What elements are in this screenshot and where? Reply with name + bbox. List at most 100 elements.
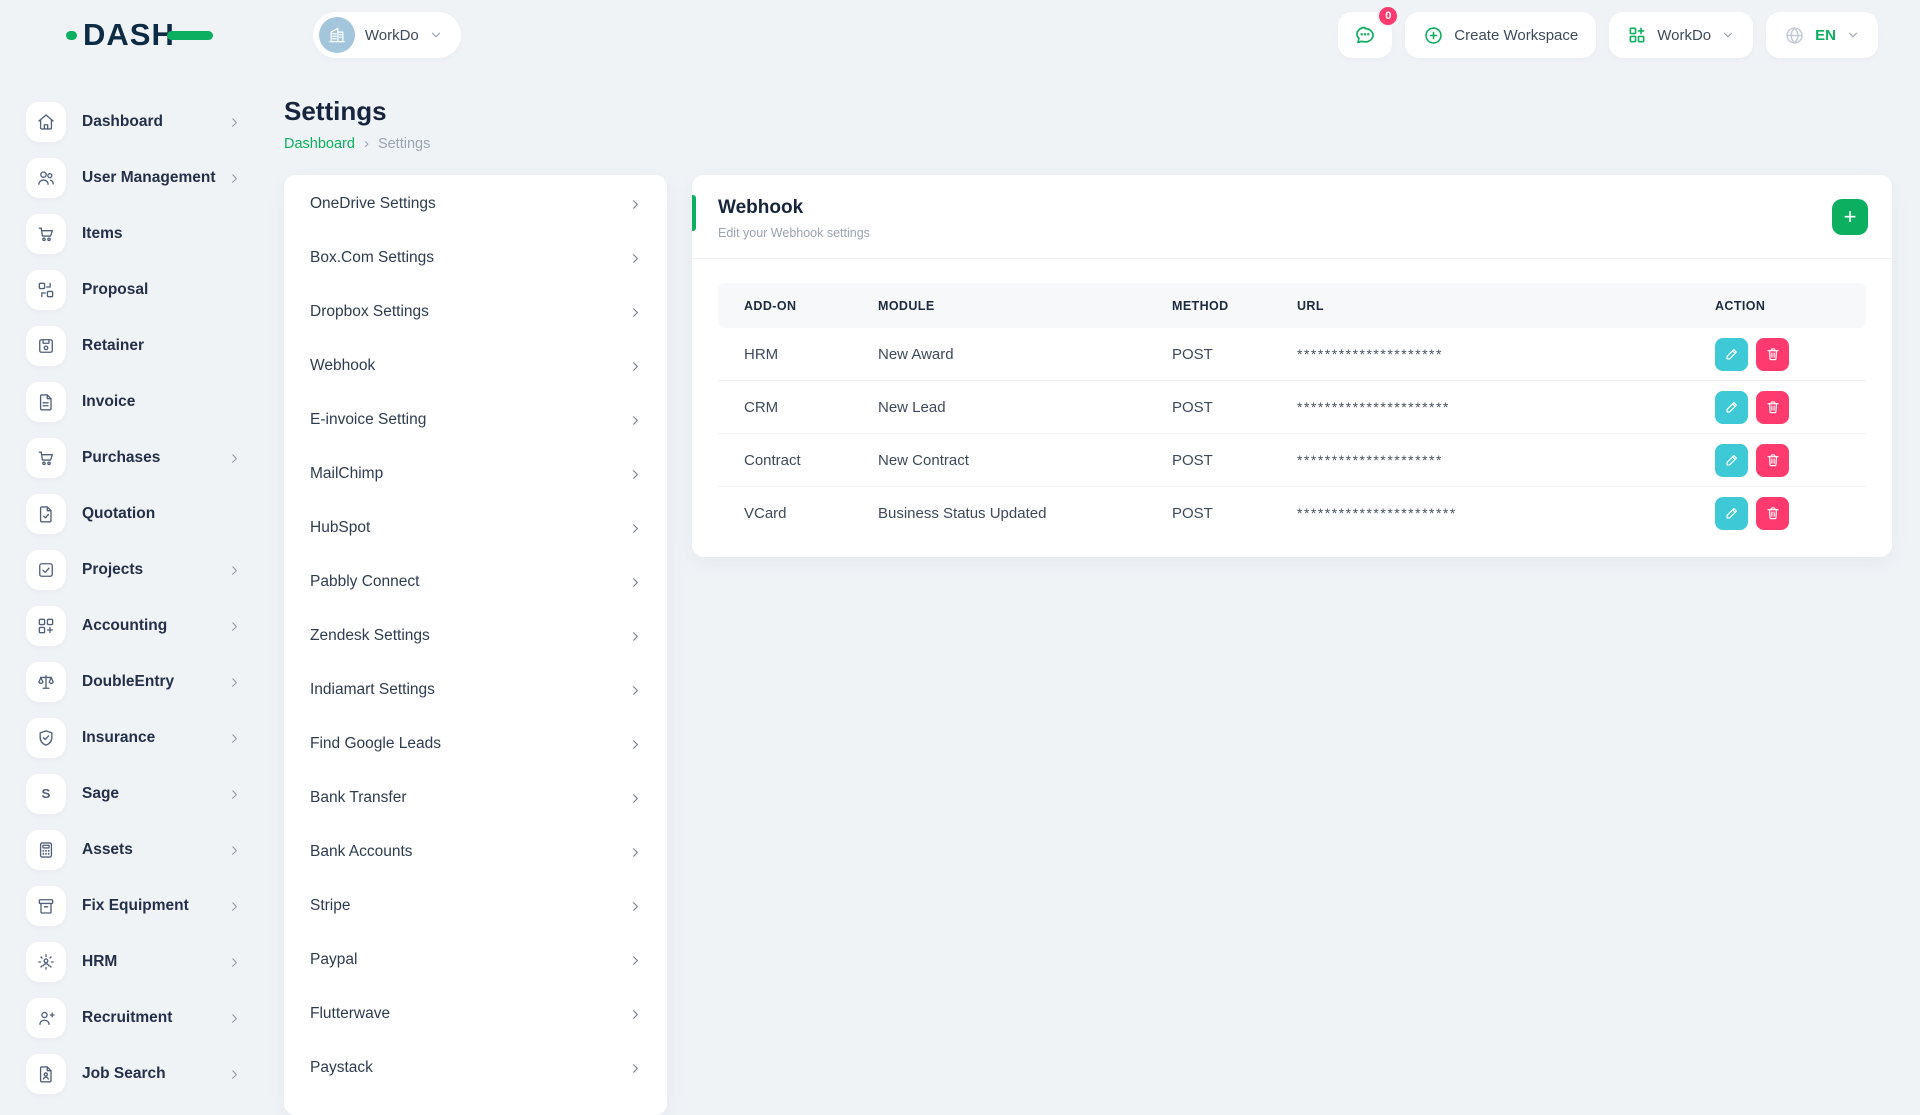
delete-webhook-button[interactable] <box>1756 497 1789 530</box>
chevron-right-icon <box>628 359 643 374</box>
chevron-right-icon <box>227 619 242 634</box>
webhook-table-wrap: ADD-ONMODULEMETHODURLACTION HRMNew Award… <box>692 259 1892 557</box>
settings-menu-item-paystack[interactable]: Paystack <box>284 1041 667 1095</box>
cart-icon <box>26 214 66 254</box>
sidebar-item-assets[interactable]: Assets <box>0 822 262 878</box>
sidebar-item-projects[interactable]: Projects <box>0 542 262 598</box>
settings-menu-item-label: Paystack <box>310 1059 373 1077</box>
sidebar-item-purchases[interactable]: Purchases <box>0 430 262 486</box>
plus-circle-icon <box>1423 25 1444 46</box>
sidebar-item-label: Projects <box>82 561 143 579</box>
settings-menu-item-bank-accounts[interactable]: Bank Accounts <box>284 825 667 879</box>
logo-dot <box>66 31 77 40</box>
app-menu-label: WorkDo <box>1657 27 1711 44</box>
delete-webhook-button[interactable] <box>1756 391 1789 424</box>
table-header-url: URL <box>1297 283 1715 328</box>
sidebar-item-quotation[interactable]: Quotation <box>0 486 262 542</box>
file-icon <box>26 382 66 422</box>
settings-menu-item-indiamart-settings[interactable]: Indiamart Settings <box>284 663 667 717</box>
settings-menu-item-label: HubSpot <box>310 519 370 537</box>
chevron-right-icon <box>628 521 643 536</box>
workspace-name: WorkDo <box>365 27 419 44</box>
sidebar-item-accounting[interactable]: Accounting <box>0 598 262 654</box>
sidebar-item-doubleentry[interactable]: DoubleEntry <box>0 654 262 710</box>
settings-menu-item-bank-transfer[interactable]: Bank Transfer <box>284 771 667 825</box>
chevron-right-icon <box>227 563 242 578</box>
sidebar-item-proposal[interactable]: Proposal <box>0 262 262 318</box>
settings-menu-item-label: Box.Com Settings <box>310 249 434 267</box>
url-cell: *********************** <box>1297 487 1715 540</box>
sidebar-item-sage[interactable]: SSage <box>0 766 262 822</box>
table-header-method: METHOD <box>1172 283 1297 328</box>
sidebar-item-items[interactable]: Items <box>0 206 262 262</box>
settings-menu-item-e-invoice-setting[interactable]: E-invoice Setting <box>284 393 667 447</box>
chevron-right-icon <box>227 451 242 466</box>
settings-menu-item-label: Zendesk Settings <box>310 627 430 645</box>
settings-menu-item-label: E-invoice Setting <box>310 411 426 429</box>
chevron-right-icon <box>628 575 643 590</box>
card-accent-bar <box>692 195 696 231</box>
chevron-right-icon <box>628 737 643 752</box>
square-check-icon <box>26 550 66 590</box>
cart-icon <box>26 438 66 478</box>
shield-check-icon <box>26 718 66 758</box>
sidebar-item-recruitment[interactable]: Recruitment <box>0 990 262 1046</box>
url-cell: ********************* <box>1297 434 1715 487</box>
settings-menu-item-label: OneDrive Settings <box>310 195 436 213</box>
breadcrumb-current: Settings <box>378 134 430 154</box>
create-workspace-button[interactable]: Create Workspace <box>1405 12 1596 58</box>
settings-menu-item-onedrive-settings[interactable]: OneDrive Settings <box>284 177 667 231</box>
chat-icon <box>1353 23 1377 47</box>
home-icon <box>26 102 66 142</box>
chevron-down-icon <box>1721 28 1735 42</box>
app-menu-dropdown[interactable]: WorkDo <box>1609 12 1753 58</box>
chevron-right-icon <box>227 899 242 914</box>
settings-menu-item-zendesk-settings[interactable]: Zendesk Settings <box>284 609 667 663</box>
settings-menu-item-mailchimp[interactable]: MailChimp <box>284 447 667 501</box>
table-header-action: ACTION <box>1715 283 1866 328</box>
chevron-right-icon <box>227 1011 242 1026</box>
webhook-card-subtitle: Edit your Webhook settings <box>718 226 1866 240</box>
edit-webhook-button[interactable] <box>1715 497 1748 530</box>
delete-webhook-button[interactable] <box>1756 444 1789 477</box>
settings-menu-item-label: MailChimp <box>310 465 383 483</box>
masked-url: *********************** <box>1297 505 1457 521</box>
language-dropdown[interactable]: EN <box>1766 12 1878 58</box>
sidebar-item-user-management[interactable]: User Management <box>0 150 262 206</box>
url-cell: ********************** <box>1297 381 1715 434</box>
module-cell: Business Status Updated <box>878 487 1172 540</box>
add-webhook-button[interactable]: + <box>1832 199 1868 235</box>
delete-webhook-button[interactable] <box>1756 338 1789 371</box>
edit-webhook-button[interactable] <box>1715 444 1748 477</box>
sidebar-item-label: Dashboard <box>82 113 163 131</box>
edit-webhook-button[interactable] <box>1715 338 1748 371</box>
sidebar-item-job-search[interactable]: Job Search <box>0 1046 262 1102</box>
settings-menu-item-paypal[interactable]: Paypal <box>284 933 667 987</box>
main-content: Settings Dashboard › Settings OneDrive S… <box>284 70 1892 1115</box>
language-label: EN <box>1815 27 1836 44</box>
settings-menu-item-dropbox-settings[interactable]: Dropbox Settings <box>284 285 667 339</box>
sidebar-item-hrm[interactable]: HRM <box>0 934 262 990</box>
sidebar-item-retainer[interactable]: Retainer <box>0 318 262 374</box>
sidebar-item-label: Assets <box>82 841 133 859</box>
sidebar-item-dashboard[interactable]: Dashboard <box>0 94 262 150</box>
method-cell: POST <box>1172 381 1297 434</box>
edit-webhook-button[interactable] <box>1715 391 1748 424</box>
floppy-icon <box>26 326 66 366</box>
settings-menu-item-stripe[interactable]: Stripe <box>284 879 667 933</box>
sidebar-item-invoice[interactable]: Invoice <box>0 374 262 430</box>
chevron-right-icon <box>227 955 242 970</box>
settings-menu-item-hubspot[interactable]: HubSpot <box>284 501 667 555</box>
settings-menu-item-pabbly-connect[interactable]: Pabbly Connect <box>284 555 667 609</box>
settings-menu-item-find-google-leads[interactable]: Find Google Leads <box>284 717 667 771</box>
workspace-selector[interactable]: WorkDo <box>313 12 461 58</box>
settings-menu-item-webhook[interactable]: Webhook <box>284 339 667 393</box>
settings-menu-item-box-com-settings[interactable]: Box.Com Settings <box>284 231 667 285</box>
breadcrumb-link-dashboard[interactable]: Dashboard <box>284 134 355 154</box>
sidebar-item-insurance[interactable]: Insurance <box>0 710 262 766</box>
logo-text: DASH <box>83 17 175 53</box>
settings-menu-item-flutterwave[interactable]: Flutterwave <box>284 987 667 1041</box>
user-plus-icon <box>26 998 66 1038</box>
messages-button[interactable]: 0 <box>1338 12 1392 58</box>
sidebar-item-fix-equipment[interactable]: Fix Equipment <box>0 878 262 934</box>
